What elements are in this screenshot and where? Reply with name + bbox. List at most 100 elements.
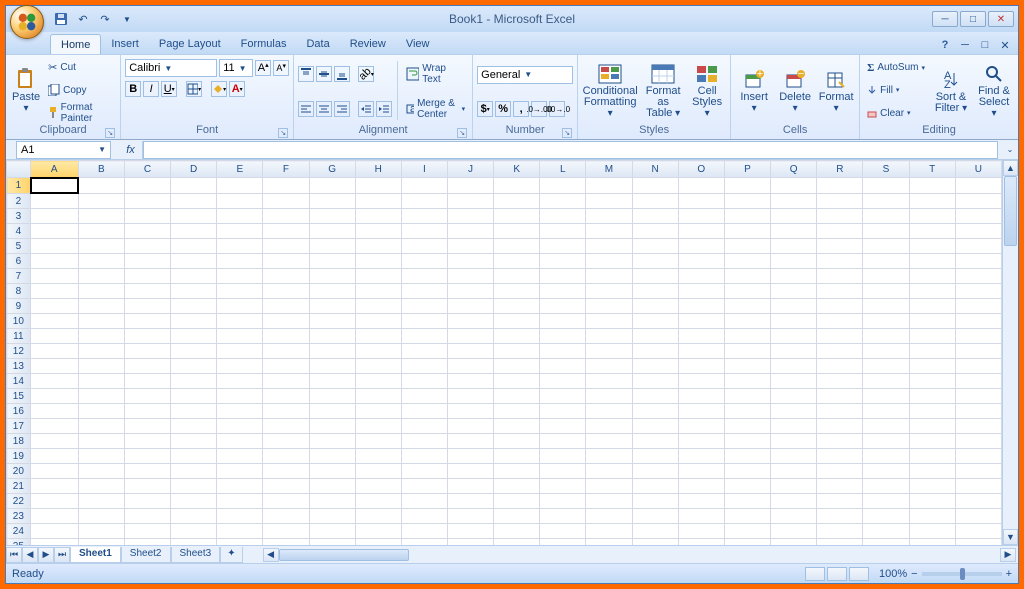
column-header[interactable]: N <box>632 161 678 178</box>
cell[interactable] <box>30 209 78 224</box>
cell[interactable] <box>955 209 1001 224</box>
cell[interactable] <box>586 359 632 374</box>
cell[interactable] <box>494 329 540 344</box>
cell[interactable] <box>447 449 493 464</box>
cell[interactable] <box>171 224 217 239</box>
cell[interactable] <box>78 239 124 254</box>
cell[interactable] <box>401 494 447 509</box>
cell[interactable] <box>355 284 401 299</box>
cell[interactable] <box>124 329 170 344</box>
page-layout-view-button[interactable] <box>827 567 847 581</box>
cell[interactable] <box>171 359 217 374</box>
cell[interactable] <box>909 299 955 314</box>
cell[interactable] <box>171 344 217 359</box>
cell[interactable] <box>632 299 678 314</box>
tab-data[interactable]: Data <box>296 34 339 54</box>
align-left-button[interactable] <box>298 101 314 117</box>
grow-font-button[interactable]: A▴ <box>255 60 271 76</box>
cell[interactable] <box>771 314 817 329</box>
cell[interactable] <box>30 434 78 449</box>
cell[interactable] <box>771 344 817 359</box>
sheet-tab[interactable]: Sheet3 <box>171 547 221 563</box>
cell[interactable] <box>124 449 170 464</box>
cell[interactable] <box>955 539 1001 546</box>
cell[interactable] <box>263 449 309 464</box>
cell[interactable] <box>124 419 170 434</box>
cell[interactable] <box>494 254 540 269</box>
cell[interactable] <box>171 524 217 539</box>
fill-button[interactable]: Fill▾ <box>864 80 928 100</box>
zoom-out-button[interactable]: − <box>911 568 917 580</box>
new-sheet-button[interactable]: ✦ <box>220 547 242 563</box>
cell[interactable] <box>401 344 447 359</box>
row-header[interactable]: 12 <box>7 344 31 359</box>
cell[interactable] <box>217 194 263 209</box>
tab-view[interactable]: View <box>396 34 440 54</box>
cell[interactable] <box>355 434 401 449</box>
cell[interactable] <box>263 464 309 479</box>
cell[interactable] <box>863 299 909 314</box>
cell[interactable] <box>540 539 586 546</box>
cell[interactable] <box>678 239 724 254</box>
percent-button[interactable]: % <box>495 101 511 117</box>
cell[interactable] <box>401 269 447 284</box>
name-box[interactable]: ▼ <box>16 141 111 159</box>
cell[interactable] <box>863 329 909 344</box>
cell[interactable] <box>494 178 540 194</box>
row-header[interactable]: 8 <box>7 284 31 299</box>
cell[interactable] <box>355 479 401 494</box>
cell[interactable] <box>355 374 401 389</box>
column-header[interactable]: K <box>494 161 540 178</box>
cell[interactable] <box>78 344 124 359</box>
cell[interactable] <box>586 269 632 284</box>
cell[interactable] <box>909 254 955 269</box>
cell[interactable] <box>78 494 124 509</box>
cell[interactable] <box>494 314 540 329</box>
column-header[interactable]: A <box>30 161 78 178</box>
cell[interactable] <box>401 524 447 539</box>
cell[interactable] <box>171 194 217 209</box>
cell[interactable] <box>217 539 263 546</box>
cell[interactable] <box>401 374 447 389</box>
find-select-button[interactable]: Find & Select ▾ <box>974 57 1014 124</box>
page-break-view-button[interactable] <box>849 567 869 581</box>
cell[interactable] <box>955 479 1001 494</box>
cell[interactable] <box>771 178 817 194</box>
cell[interactable] <box>724 284 770 299</box>
cell[interactable] <box>171 449 217 464</box>
cell[interactable] <box>540 194 586 209</box>
cell[interactable] <box>494 389 540 404</box>
scroll-down-button[interactable]: ▼ <box>1003 529 1018 545</box>
column-header[interactable]: F <box>263 161 309 178</box>
cell[interactable] <box>30 194 78 209</box>
cell[interactable] <box>955 434 1001 449</box>
zoom-slider[interactable] <box>922 572 1002 576</box>
cell[interactable] <box>494 359 540 374</box>
row-header[interactable]: 9 <box>7 299 31 314</box>
cell[interactable] <box>678 404 724 419</box>
cell[interactable] <box>863 254 909 269</box>
row-header[interactable]: 5 <box>7 239 31 254</box>
cell[interactable] <box>863 284 909 299</box>
cell[interactable] <box>447 404 493 419</box>
scroll-left-button[interactable]: ◀ <box>263 548 279 562</box>
cell[interactable] <box>78 194 124 209</box>
cell[interactable] <box>909 178 955 194</box>
cell[interactable] <box>447 419 493 434</box>
cell[interactable] <box>263 419 309 434</box>
cell[interactable] <box>955 344 1001 359</box>
cell[interactable] <box>955 449 1001 464</box>
row-header[interactable]: 17 <box>7 419 31 434</box>
row-header[interactable]: 23 <box>7 509 31 524</box>
cell[interactable] <box>263 524 309 539</box>
cell[interactable] <box>124 209 170 224</box>
cell[interactable] <box>309 404 355 419</box>
cell[interactable] <box>724 359 770 374</box>
cell[interactable] <box>401 404 447 419</box>
cell[interactable] <box>30 344 78 359</box>
column-header[interactable]: R <box>817 161 863 178</box>
cell[interactable] <box>263 194 309 209</box>
cell[interactable] <box>171 314 217 329</box>
column-header[interactable]: H <box>355 161 401 178</box>
cell[interactable] <box>678 539 724 546</box>
